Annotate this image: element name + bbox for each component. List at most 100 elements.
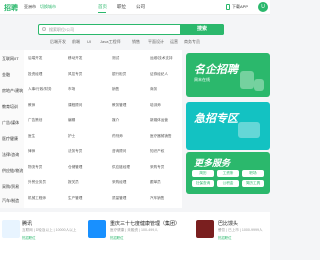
banner-title: 急招专区 [194, 113, 238, 125]
hot-tag[interactable]: 后端开发 [50, 39, 66, 45]
service-pill[interactable]: 简历 [192, 170, 214, 177]
service-pill[interactable]: 工资条 [217, 170, 239, 177]
category-link[interactable]: 商务 [150, 87, 157, 92]
category-link[interactable]: 质量管理 [112, 196, 126, 201]
category-link[interactable]: 课程顾问 [68, 103, 82, 108]
category-side-item[interactable]: 采购/贸易 [2, 184, 19, 190]
category-side-item[interactable]: 医疗健康 [2, 136, 18, 142]
hot-tag[interactable]: 商务专员 [184, 39, 200, 45]
avatar[interactable]: U [258, 2, 268, 12]
service-pill[interactable]: 简历工具 [242, 180, 264, 187]
category-link[interactable]: 广告策划 [28, 118, 42, 123]
company-name: 重庆三十七度健康管理（集团） [110, 221, 181, 227]
category-link[interactable]: 护士 [68, 134, 75, 139]
category-link[interactable]: 法务专员 [68, 149, 82, 154]
category-link[interactable]: 银行柜员 [112, 72, 126, 77]
page: 招聘 亚洲市 切换城市 首页 职位 公司 下载APP U 搜索职位/公司 搜索 … [0, 0, 270, 260]
category-side-item[interactable]: 教育培训 [2, 104, 18, 110]
category-link[interactable]: 媒介 [112, 118, 119, 123]
category-link[interactable]: 跟单员 [150, 180, 161, 185]
category-side-item[interactable]: 广告/媒体 [2, 120, 19, 126]
company-desc: 互联网 | D轮及以上 | 10000人以上 [22, 228, 77, 232]
category-link[interactable]: 风控专员 [68, 72, 82, 77]
service-pill[interactable]: 职场 [242, 170, 264, 177]
job-category-panel: 互联网/IT 金融 房地产/建筑 教育培训 广告/媒体 医疗健康 法律/咨询 供… [0, 50, 182, 208]
category-side-item[interactable]: 汽车/制造 [2, 198, 19, 204]
site-logo[interactable]: 招聘 [4, 3, 18, 13]
category-link[interactable]: 外贸业务员 [28, 180, 46, 185]
search-icon [42, 27, 46, 31]
category-link[interactable]: 销售 [112, 87, 119, 92]
category-link[interactable]: 运维/技术支持 [150, 56, 173, 61]
nav-jobs[interactable]: 职位 [117, 4, 126, 10]
category-link[interactable]: 生产管理 [68, 196, 82, 201]
category-link[interactable]: 报关员 [68, 180, 79, 185]
category-link[interactable]: 教务管理 [112, 103, 126, 108]
category-link[interactable]: 采购经理 [112, 180, 126, 185]
featured-companies: 腾讯 互联网 | D轮及以上 | 10000人以上 热招职位 重庆三十七度健康管… [0, 212, 270, 260]
category-link[interactable]: 医生 [28, 134, 35, 139]
building-icon [240, 71, 254, 89]
category-link[interactable]: 移动开发 [68, 56, 82, 61]
category-link[interactable]: 采购专员 [150, 165, 164, 170]
company-logo [196, 220, 214, 238]
hot-tag[interactable]: 销售 [132, 39, 140, 45]
hot-tag[interactable]: 运营 [170, 39, 178, 45]
current-city: 亚洲市 [24, 4, 36, 9]
nav-home[interactable]: 首页 [98, 4, 107, 10]
banner-subtitle: 周末在线 [194, 77, 210, 82]
category-side-item[interactable]: 互联网/IT [2, 56, 19, 62]
banner-title: 更多服务 [194, 158, 231, 168]
company-name: 腾讯 [22, 221, 33, 227]
category-link[interactable]: 投资经理 [28, 72, 42, 77]
city-switch-link[interactable]: 切换城市 [40, 4, 56, 10]
category-sidebar: 互联网/IT 金融 房地产/建筑 教育培训 广告/媒体 医疗健康 法律/咨询 供… [0, 50, 24, 208]
category-link[interactable]: 供应链经理 [112, 165, 130, 170]
category-link[interactable]: 培训师 [150, 103, 161, 108]
hot-tag[interactable]: UI [87, 39, 91, 44]
category-side-item[interactable]: 法律/咨询 [2, 152, 19, 158]
category-link[interactable]: 证券经纪人 [150, 72, 168, 77]
category-side-item[interactable]: 房地产/建筑 [2, 88, 23, 94]
category-side-item[interactable]: 金融 [2, 72, 10, 78]
company-tag: 热招职位 [218, 236, 232, 240]
banner-more-services: 更多服务 简历 工资条 职场 社保查询 公积金 简历工具 [186, 152, 270, 194]
category-link[interactable]: 物流专员 [28, 165, 42, 170]
category-link[interactable]: 后端开发 [28, 56, 42, 61]
company-desc: 餐饮 | 已上市 | 1000-9999人 [218, 228, 263, 232]
search-bar: 搜索职位/公司 搜索 [38, 23, 224, 35]
building-icon [254, 79, 264, 91]
category-link[interactable]: 机械工程师 [28, 196, 46, 201]
category-link[interactable]: 医疗器械销售 [150, 134, 172, 139]
hot-tag[interactable]: 前端 [72, 39, 80, 45]
hot-tag[interactable]: Java工程师 [100, 39, 120, 45]
phone-icon [226, 4, 230, 10]
category-link[interactable]: 人事/行政/财务 [28, 87, 52, 92]
service-pill[interactable]: 社保查询 [192, 180, 214, 187]
search-button[interactable]: 搜索 [180, 23, 224, 35]
category-link[interactable]: 仓储管理 [68, 165, 82, 170]
download-app-link[interactable]: 下载APP [232, 4, 248, 10]
nav-companies[interactable]: 公司 [136, 4, 145, 10]
category-link[interactable]: 市场 [68, 87, 75, 92]
category-link[interactable]: 测试 [112, 56, 119, 61]
category-link[interactable]: 汽车销售 [150, 196, 164, 201]
category-link[interactable]: 编辑 [68, 118, 75, 123]
service-pill[interactable]: 公积金 [217, 180, 239, 187]
banner-urgent-hiring[interactable]: 急招专区 [186, 102, 270, 150]
category-link[interactable]: 律师 [28, 149, 35, 154]
category-link[interactable]: 药剂师 [112, 134, 123, 139]
hot-tag[interactable]: 平面设计 [148, 39, 164, 45]
top-bar: 招聘 亚洲市 切换城市 首页 职位 公司 下载APP U [0, 0, 270, 15]
company-tag: 热招职位 [22, 236, 36, 240]
company-logo [88, 220, 106, 238]
category-link[interactable]: 教师 [28, 103, 35, 108]
category-link[interactable]: 咨询顾问 [112, 149, 126, 154]
category-side-item[interactable]: 供应链/物流 [2, 168, 23, 174]
company-desc: 医疗健康 | 未融资 | 100-499人 [110, 228, 158, 232]
category-link[interactable]: 新媒体运营 [150, 118, 168, 123]
category-link[interactable]: 知识产权 [150, 149, 164, 154]
banner-famous-companies[interactable]: 名企招聘 周末在线 [186, 53, 270, 97]
search-input[interactable]: 搜索职位/公司 [49, 27, 74, 33]
company-logo [2, 220, 20, 238]
